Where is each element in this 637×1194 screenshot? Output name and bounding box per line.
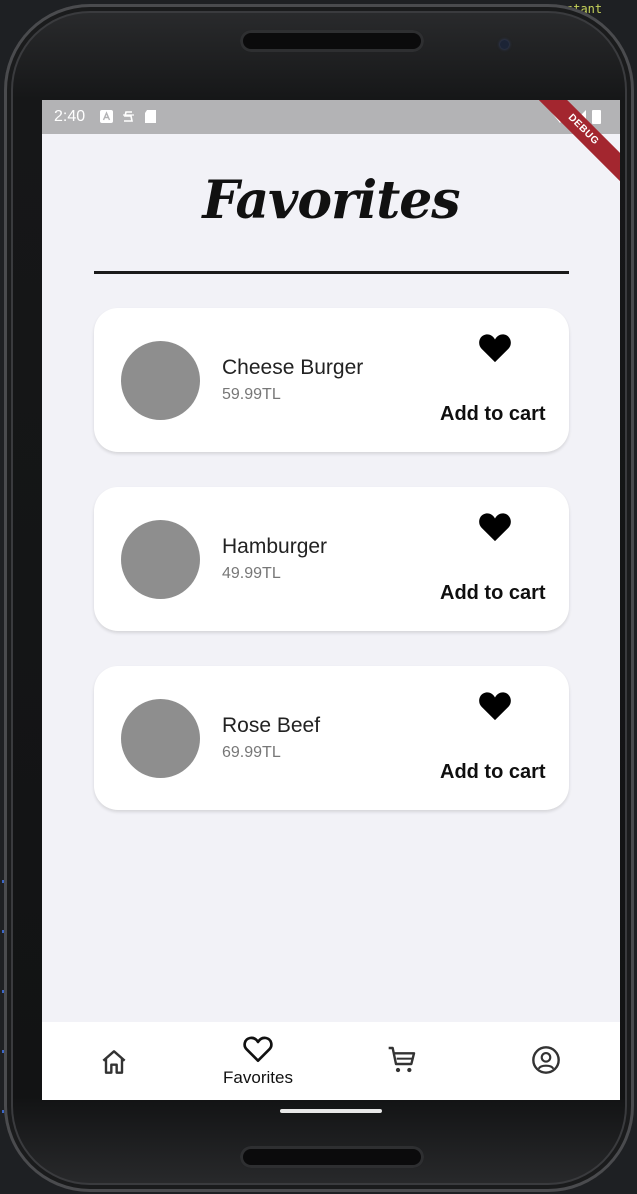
- heart-filled-icon[interactable]: [478, 690, 512, 722]
- bottom-navigation: Favorites: [42, 1022, 620, 1100]
- heart-filled-icon[interactable]: [478, 511, 512, 543]
- nav-home[interactable]: [42, 1022, 186, 1100]
- favorite-card[interactable]: Cheese Burger 59.99TL Add to cart: [94, 308, 569, 452]
- notification-a-icon: [100, 110, 113, 123]
- home-icon: [102, 1050, 126, 1074]
- nav-favorites[interactable]: Favorites: [186, 1022, 330, 1100]
- app-screen: 2:40 DEBUG Favorites Cheese Burger 59.99…: [42, 100, 620, 1100]
- product-name: Hamburger: [222, 535, 328, 558]
- sd-card-icon: [145, 110, 156, 123]
- account-icon: [532, 1046, 560, 1074]
- cart-icon: [388, 1046, 416, 1073]
- front-camera: [500, 40, 509, 49]
- favorite-card[interactable]: Rose Beef 69.99TL Add to cart: [94, 666, 569, 810]
- page-title: Favorites: [202, 170, 460, 231]
- home-indicator[interactable]: [280, 1109, 382, 1113]
- product-name: Cheese Burger: [222, 356, 364, 379]
- add-to-cart-button[interactable]: Add to cart: [440, 761, 546, 784]
- favorite-card[interactable]: Hamburger 49.99TL Add to cart: [94, 487, 569, 631]
- product-price: 69.99TL: [222, 744, 281, 761]
- status-time: 2:40: [54, 108, 86, 125]
- product-image-placeholder: [121, 341, 200, 420]
- earpiece-speaker: [240, 30, 424, 52]
- product-price: 59.99TL: [222, 386, 281, 403]
- bottom-speaker: [240, 1146, 424, 1168]
- status-bar: 2:40 DEBUG: [42, 100, 620, 191]
- phone-frame: 2:40 DEBUG Favorites Cheese Burger 59.99…: [4, 4, 634, 1192]
- nav-favorites-label: Favorites: [223, 1068, 293, 1087]
- title-divider: [94, 271, 569, 274]
- product-image-placeholder: [121, 520, 200, 599]
- add-to-cart-button[interactable]: Add to cart: [440, 403, 546, 426]
- product-name: Rose Beef: [222, 714, 321, 737]
- add-to-cart-button[interactable]: Add to cart: [440, 582, 546, 605]
- heart-filled-icon[interactable]: [478, 332, 512, 364]
- product-image-placeholder: [121, 699, 200, 778]
- nav-cart[interactable]: [330, 1022, 474, 1100]
- sim-s-icon: [123, 111, 134, 122]
- nav-account[interactable]: [474, 1022, 618, 1100]
- product-price: 49.99TL: [222, 565, 281, 582]
- battery-icon: [592, 110, 601, 124]
- heart-outline-icon: [243, 1036, 273, 1062]
